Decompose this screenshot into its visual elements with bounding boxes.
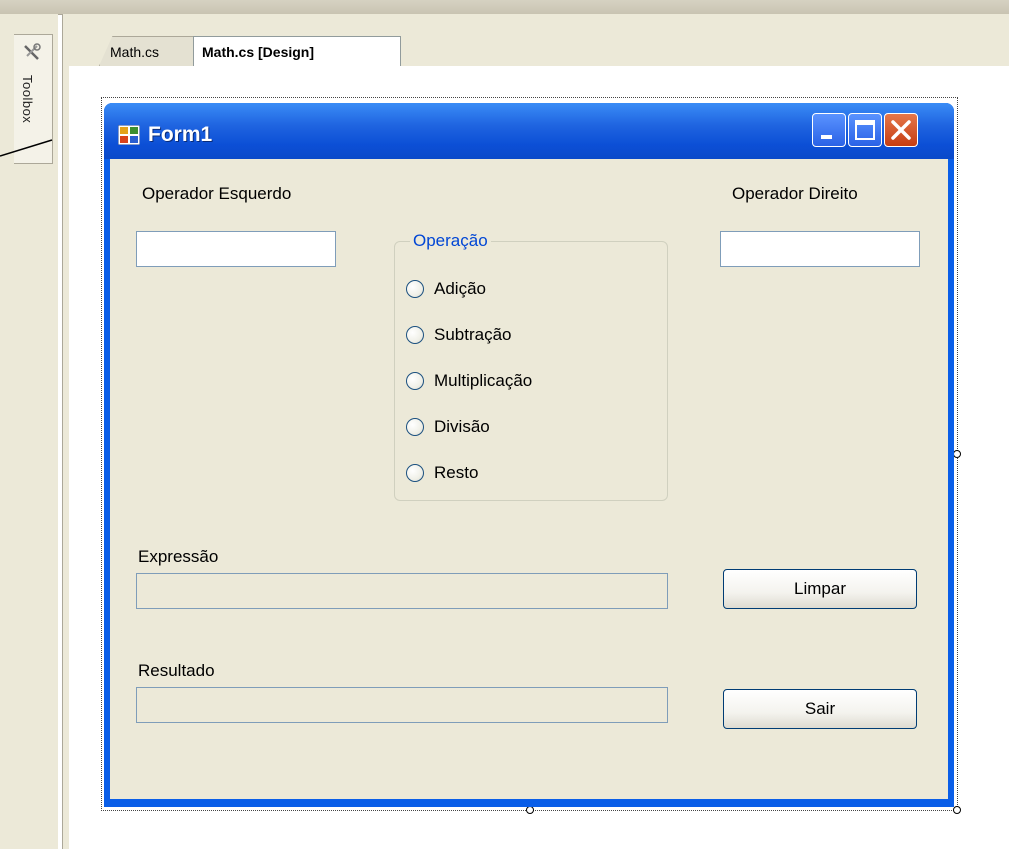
left-operand-label: Operador Esquerdo [142, 184, 292, 203]
radio-adicao[interactable]: Adição [406, 275, 486, 303]
close-button[interactable] [884, 113, 918, 147]
radio-multiplicacao[interactable]: Multiplicação [406, 367, 532, 395]
form-app-icon [118, 125, 140, 145]
radio-label: Resto [434, 463, 479, 482]
radio-subtracao[interactable]: Subtração [406, 321, 512, 349]
left-operand-input[interactable] [136, 231, 336, 267]
form-window[interactable]: Form1 Operador Esquerdo Operador Direito… [104, 103, 954, 807]
result-label: Resultado [138, 661, 215, 680]
annotation-line [0, 139, 53, 157]
expression-label: Expressão [138, 547, 219, 566]
radio-circle[interactable] [406, 418, 424, 436]
close-icon [891, 120, 911, 140]
form-title: Form1 [148, 123, 213, 146]
radio-label: Adição [434, 279, 486, 298]
tab-math-cs[interactable]: Math.cs [99, 36, 195, 66]
radio-label: Subtração [434, 325, 512, 344]
maximize-icon [855, 120, 875, 140]
minimize-button[interactable] [812, 113, 846, 147]
resize-handle-corner[interactable] [953, 806, 961, 814]
radio-circle[interactable] [406, 464, 424, 482]
radio-circle[interactable] [406, 372, 424, 390]
radio-label: Divisão [434, 417, 490, 436]
ide-toolbar-strip [0, 0, 1009, 15]
right-operand-input[interactable] [720, 231, 920, 267]
radio-label: Multiplicação [434, 371, 533, 390]
maximize-button[interactable] [848, 113, 882, 147]
operation-group-title: Operação [410, 231, 491, 251]
tab-math-cs-design[interactable]: Math.cs [Design] [193, 36, 401, 66]
radio-divisao[interactable]: Divisão [406, 413, 490, 441]
minimize-icon [821, 135, 832, 139]
clear-button[interactable]: Limpar [723, 569, 917, 609]
radio-circle[interactable] [406, 280, 424, 298]
form-client-area: Operador Esquerdo Operador Direito Opera… [110, 159, 948, 799]
right-operand-label: Operador Direito [732, 184, 858, 203]
resize-handle-bottom[interactable] [526, 806, 534, 814]
radio-resto[interactable]: Resto [406, 459, 478, 487]
resize-handle-right[interactable] [953, 450, 961, 458]
form-titlebar[interactable]: Form1 [104, 103, 954, 159]
document-tabstrip: Math.cs Math.cs [Design] [63, 14, 1009, 68]
result-field[interactable] [136, 687, 668, 723]
radio-circle[interactable] [406, 326, 424, 344]
expression-field[interactable] [136, 573, 668, 609]
exit-button[interactable]: Sair [723, 689, 917, 729]
